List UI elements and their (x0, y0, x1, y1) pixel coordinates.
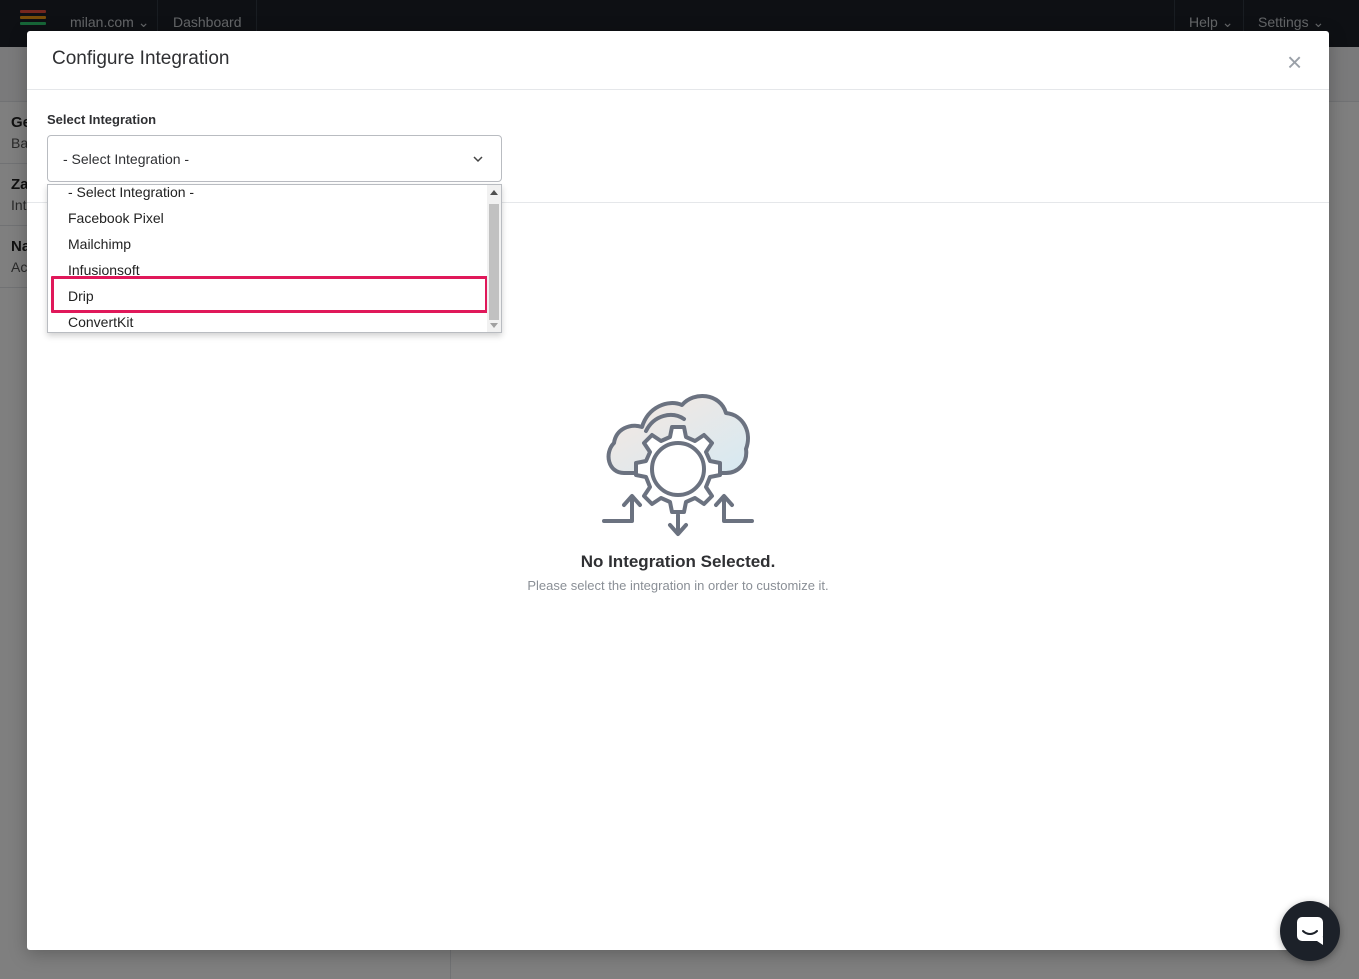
close-icon[interactable]: × (1287, 49, 1302, 75)
empty-state-title: No Integration Selected. (580, 552, 776, 571)
scroll-down-icon[interactable] (490, 323, 498, 328)
chat-icon (1297, 917, 1323, 945)
highlighted-option-outline (51, 276, 488, 313)
select-integration-label: Select Integration (47, 112, 157, 127)
cloud-gear-icon (602, 387, 754, 539)
chevron-down-icon (473, 156, 483, 163)
dropdown-scrollbar[interactable] (487, 185, 501, 332)
option-mailchimp[interactable]: Mailchimp (48, 231, 488, 257)
scroll-up-icon[interactable] (490, 190, 498, 195)
option-select-integration[interactable]: - Select Integration - (48, 185, 488, 205)
select-integration-dropdown[interactable]: - Select Integration - (47, 135, 502, 182)
chat-launcher-button[interactable] (1280, 901, 1340, 961)
selected-value: - Select Integration - (63, 151, 190, 167)
modal-title: Configure Integration (52, 48, 230, 69)
empty-state-subtitle: Please select the integration in order t… (527, 578, 829, 593)
integration-options-list[interactable]: - Select Integration - Facebook Pixel Ma… (47, 184, 502, 333)
configure-integration-modal: Configure Integration × Select Integrati… (27, 31, 1329, 950)
modal-header: Configure Integration × (27, 31, 1329, 90)
option-facebook-pixel[interactable]: Facebook Pixel (48, 205, 488, 231)
scrollbar-thumb[interactable] (489, 204, 499, 320)
